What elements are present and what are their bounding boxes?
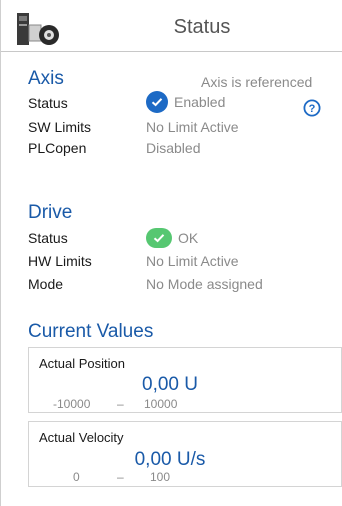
actual-position-label: Actual Position <box>39 356 125 371</box>
axis-referenced-text: Axis is referenced <box>201 74 313 90</box>
axis-plcopen-value: Disabled <box>146 140 201 156</box>
axis-status-text: Enabled <box>174 94 226 110</box>
actual-velocity-card: Actual Velocity 0,00 U/s 0 – 100 <box>28 421 342 487</box>
help-circle-icon[interactable]: ? <box>303 99 321 117</box>
drive-mode-label: Mode <box>28 276 64 292</box>
actual-velocity-value: 0,00 U/s <box>134 449 206 470</box>
page-title: Status <box>173 16 231 38</box>
axis-section-title: Axis <box>28 68 64 89</box>
svg-text:?: ? <box>309 103 316 115</box>
actual-velocity-max: 100 <box>150 470 171 484</box>
axis-sw-limits-label: SW Limits <box>28 119 91 135</box>
actual-position-max: 10000 <box>144 397 178 411</box>
actual-velocity-separator: – <box>117 470 124 484</box>
drive-hw-limits-label: HW Limits <box>28 253 92 269</box>
axis-status-label: Status <box>28 95 68 111</box>
checkmark-green-icon <box>146 228 172 248</box>
actual-position-card: Actual Position 0,00 U -10000 – 10000 <box>28 347 342 413</box>
drive-status-value: OK <box>146 228 198 248</box>
checkmark-blue-circle-icon <box>146 91 168 113</box>
actual-position-separator: – <box>117 397 124 411</box>
drive-status-text: OK <box>178 230 199 246</box>
drive-status-label: Status <box>28 230 68 246</box>
drive-hw-limits-value: No Limit Active <box>146 253 239 269</box>
axis-status-value: Enabled <box>146 91 225 113</box>
actual-velocity-min: 0 <box>73 470 80 484</box>
axis-plcopen-label: PLCopen <box>28 140 87 156</box>
actual-position-value: 0,00 U <box>142 374 198 395</box>
drive-section-title: Drive <box>28 202 73 223</box>
drive-mode-value: No Mode assigned <box>146 276 263 292</box>
actual-position-min: -10000 <box>53 397 91 411</box>
axis-sw-limits-value: No Limit Active <box>146 119 239 135</box>
status-panel: Status Axis Axis is referenced Status En… <box>0 0 342 506</box>
current-values-title: Current Values <box>28 321 154 342</box>
actual-velocity-label: Actual Velocity <box>39 430 124 445</box>
header: Status <box>1 0 342 52</box>
